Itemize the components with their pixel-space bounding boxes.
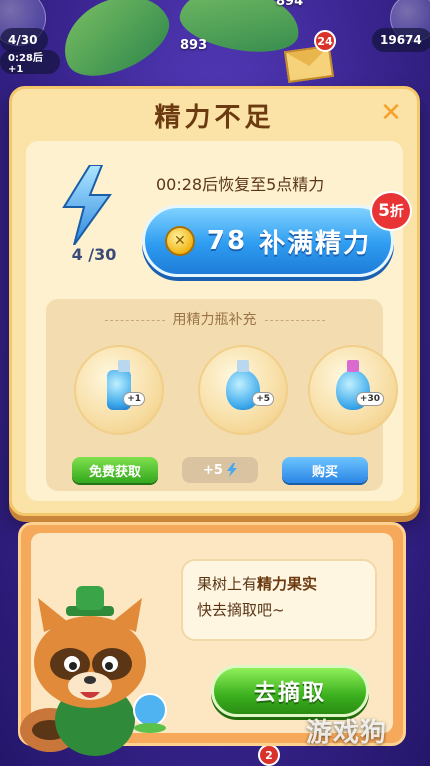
free-get-button[interactable]: 免费获取 [72,457,158,483]
bottle-section-header: 用精力瓶补充 [46,309,383,329]
coin-icon: ✕ [164,226,195,256]
background-leaf [50,0,180,90]
lightning-icon [62,165,112,245]
potion-icon: +1 [107,360,145,410]
bottle-tag: +5 [252,392,274,406]
energy-bottle-small[interactable]: +1 [74,345,164,435]
buy-button[interactable]: 购买 [282,457,368,483]
speech-highlight: 精力果实 [257,575,318,593]
mail-badge: 24 [314,30,336,52]
energy-bottle-medium[interactable]: +5 [198,345,288,435]
energy-timer-pill: 0:28后+1 [0,50,60,75]
recover-timer-text: 00:28后恢复至5点精力 [156,175,325,194]
potion-icon: +5 [226,360,274,410]
dialog-content: 4 /30 00:28后恢复至5点精力 ✕ 78 补满精力 5 折 用精力瓶补充… [26,141,412,501]
dialog-title: 精力不足 [154,103,275,133]
speech-prefix: 果树上有 [197,575,258,593]
speech-line-2: 快去摘取吧~ [197,601,285,619]
potion-icon: +30 [336,360,384,410]
go-pick-button[interactable]: 去摘取 [211,665,369,717]
bottle-tag: +30 [355,392,384,406]
refill-price: 78 [206,226,248,256]
bottle-tag: +1 [123,392,145,406]
discount-badge: 5 折 [370,191,412,231]
score-label: 894 [276,0,304,9]
refill-label: 补满精力 [259,228,372,259]
discount-suffix: 折 [389,204,404,220]
energy-count: 4 /30 [71,245,117,264]
watermark: 游戏狗 [306,718,388,748]
notification-badge: 2 [258,744,280,766]
discount-number: 5 [378,201,390,221]
score-label: 893 [180,38,208,53]
coin-counter[interactable]: 19674 [372,28,430,52]
bottle-use-button[interactable]: +5 [182,457,258,483]
refill-energy-button[interactable]: ✕ 78 补满精力 [142,205,394,277]
raccoon-mascot-icon [20,586,167,756]
energy-shortage-dialog: 精力不足 ✕ 4 /30 00:28后恢复至5点精力 ✕ 78 补满精力 5 折… [9,86,420,516]
speech-line-1: 果树上有精力果实 [197,571,361,597]
energy-bottle-large[interactable]: +30 [308,345,398,435]
close-icon[interactable]: ✕ [377,98,405,128]
speech-bubble: 果树上有精力果实 快去摘取吧~ [181,559,377,641]
lightning-icon [226,463,237,477]
bottle-use-label: +5 [203,462,223,478]
